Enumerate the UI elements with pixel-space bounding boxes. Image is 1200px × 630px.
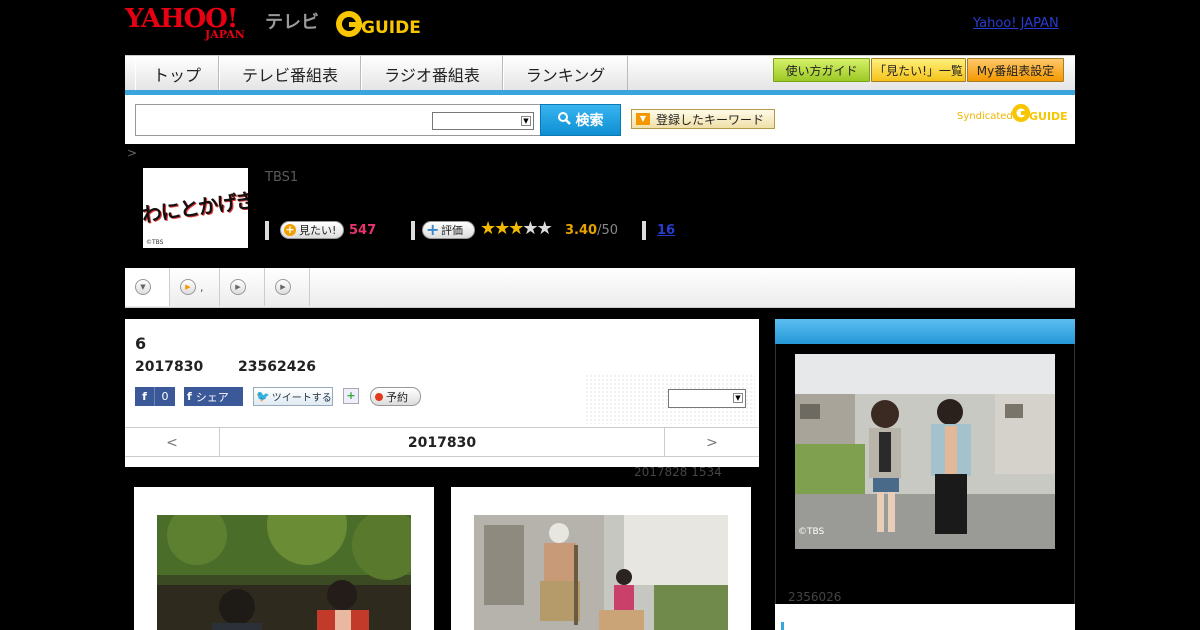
reserve-button[interactable]: 予約 [370,387,421,406]
photo-card[interactable] [134,487,434,630]
yahoo-japan-logo-text: JAPAN [205,28,245,41]
photo-card[interactable] [451,487,751,630]
page: YAHOO! JAPAN テレビ GUIDE Yahoo! JAPAN トップ … [0,0,1200,630]
tab-episode-info[interactable]: ▼ [125,268,170,306]
search-category-select[interactable]: ▼ [432,112,534,130]
tv-logo-text[interactable]: テレビ [265,8,319,34]
rate-label: 評価 [441,224,463,237]
thumbnail-copyright: ©TBS [146,239,164,246]
add-calendar-icon[interactable]: + [343,388,359,404]
updated-timestamp: 2017828 1534 [634,465,722,479]
play-icon: ▶ [275,279,291,295]
star-icon: ★ [536,218,553,239]
program-thumbnail[interactable]: わにとかげぎす ©TBS [143,168,248,248]
star-icon: ★ [508,218,524,239]
channel-name: TBS1 [265,170,299,185]
play-icon: ▶ [230,279,246,295]
tab-3[interactable]: ▶ [220,268,265,306]
search-area: ▼ 検索 ▼ 登録したキーワード Syndicated GUIDE [125,95,1075,144]
want-to-see-label: 見たい! [299,224,337,237]
main-nav: トップ テレビ番組表 ラジオ番組表 ランキング 使い方ガイド 「見たい!」一覧 … [125,55,1075,91]
sidebar-footer-accent [781,622,784,630]
search-icon [557,111,571,129]
sidebar-header [775,319,1075,344]
sidebar-photo[interactable]: ©TBS [795,354,1055,549]
chevron-down-icon: ▼ [135,279,151,295]
star-icon: ★ [522,218,538,239]
reserve-label: 予約 [386,390,408,404]
rating-value: 3.40/50 [565,223,618,238]
sidebar-caption: 2356026 [788,590,842,604]
recorder-select[interactable]: ▼ [668,389,746,408]
syndicated-gguide-logo: GUIDE [1011,101,1068,125]
facebook-share-label: シェア [195,390,229,404]
sidebar-photo-copyright: ©TBS [798,527,825,537]
next-episode-button[interactable]: > [664,428,759,457]
divider [265,221,269,240]
tweet-button[interactable]: 🐦 ツイートする [253,387,333,406]
dropdown-arrow-icon: ▼ [636,113,650,125]
my-schedule-settings-button[interactable]: My番組表設定 [967,58,1064,82]
episode-panel: 6 2017830 23562426 f 0 f シェア 🐦 ツイートする + … [125,319,759,467]
saved-keywords-label: 登録したキーワード [656,112,765,127]
want-list-button[interactable]: 「見たい!」一覧 [871,58,966,82]
divider [411,221,415,240]
previous-episode-button[interactable]: < [125,428,220,457]
syndicated-label: Syndicated [957,111,1013,122]
tab-4[interactable]: ▶ [265,268,310,306]
episode-date: 2017830 [135,359,204,375]
review-count-link[interactable]: 16 [657,223,675,238]
facebook-icon: f [135,387,155,406]
plus-icon: + [284,223,296,236]
episode-time: 23562426 [238,359,316,375]
episode-photo [157,515,411,630]
tweet-label: ツイートする [271,393,332,404]
record-dot-icon [375,392,383,401]
star-icon: ★ [480,218,496,239]
episode-navigation: < 2017830 > [125,427,759,457]
nav-tab-top[interactable]: トップ [135,56,219,91]
nav-tab-ranking[interactable]: ランキング [503,56,628,91]
plus-icon: + [426,220,440,239]
chevron-down-icon: ▼ [521,116,531,126]
syndicated-logo-text: GUIDE [1029,110,1067,123]
sidebar-footer [775,604,1075,630]
search-button[interactable]: 検索 [540,104,621,136]
facebook-like-count: 0 [161,390,169,403]
breadcrumb: > [127,146,138,160]
chevron-down-icon: ▼ [733,393,743,403]
tab-label: , [200,280,204,294]
episode-number: 6 [135,334,147,353]
rating-number: 3.40 [565,223,598,238]
usage-guide-button[interactable]: 使い方ガイド [773,58,870,82]
rate-button[interactable]: + 評価 [422,221,475,239]
nav-tab-tv-schedule[interactable]: テレビ番組表 [219,56,361,91]
star-icon: ★ [494,218,510,239]
program-logo-text: わにとかげぎす [143,184,248,228]
nav-tab-radio-schedule[interactable]: ラジオ番組表 [361,56,503,91]
facebook-icon: f [187,390,192,403]
gguide-logo-text: GUIDE [361,18,421,38]
episode-nav-date: 2017830 [407,434,477,451]
search-button-label: 検索 [575,113,604,129]
yahoo-japan-link[interactable]: Yahoo! JAPAN [973,16,1059,31]
rating-stars: ★★★★★ [480,218,553,239]
saved-keywords-button[interactable]: ▼ 登録したキーワード [631,109,775,129]
divider [642,221,646,240]
want-to-see-button[interactable]: + 見たい! [280,221,344,239]
gguide-logo[interactable]: GUIDE [335,8,431,40]
facebook-share-button[interactable]: f シェア [184,387,243,406]
want-to-see-count: 547 [349,223,377,238]
episode-photo [474,515,728,630]
tab-video[interactable]: ▶ , [170,268,220,306]
rating-max: /50 [597,223,618,238]
program-tabs: ▼ ▶ , ▶ ▶ [125,268,1075,308]
twitter-bird-icon: 🐦 [256,390,270,403]
facebook-like-button[interactable]: f 0 [135,387,175,406]
play-icon: ▶ [180,279,196,295]
